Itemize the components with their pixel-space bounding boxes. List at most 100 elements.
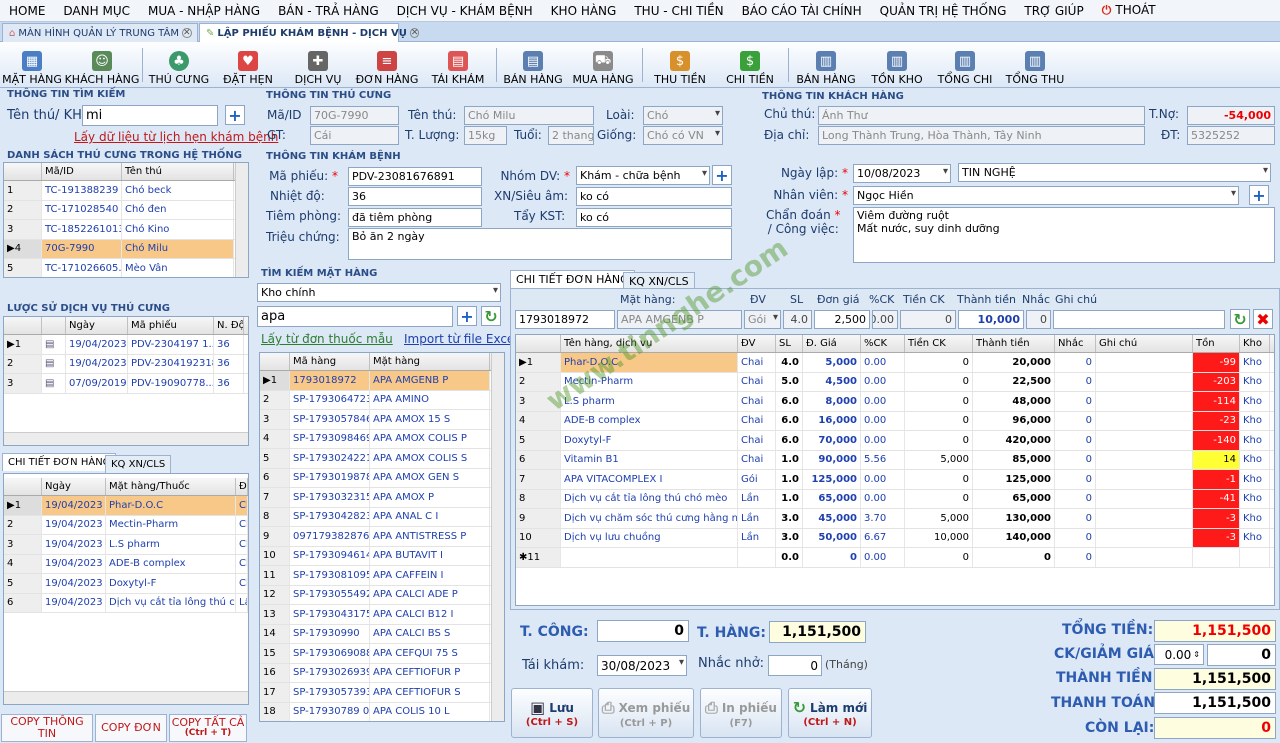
pet-breed-select[interactable]: Chó có VN xyxy=(643,126,723,145)
symptom-textarea[interactable]: Bỏ ăn 2 ngày xyxy=(348,228,732,260)
ticket-field[interactable]: PDV-23081676891 xyxy=(348,167,482,186)
left-tab-order-detail[interactable]: CHI TIẾT ĐƠN HÀNG xyxy=(2,453,117,471)
entry-total-field[interactable]: 10,000 xyxy=(958,310,1024,329)
menu-reports[interactable]: BÁO CÁO TÀI CHÍNH xyxy=(733,4,871,18)
order-row[interactable]: 5 Doxytyl-F Chai 6.0 70,000 0.00 0 420,000 0 -140… xyxy=(516,431,1274,451)
service-button[interactable]: ✚ DỊCH VỤ xyxy=(292,44,344,86)
search-input[interactable]: mi xyxy=(82,105,218,126)
product-row[interactable]: 11 SP-1793081095 APA CAFFEIN I xyxy=(260,566,504,586)
history-row[interactable]: 3 ▤ 07/09/2019 PDV-19090778... 36 xyxy=(4,374,248,394)
product-row[interactable]: 14 SP-17930990 APA CALCI BS S xyxy=(260,624,504,644)
entry-remind-field[interactable]: 0 xyxy=(1026,310,1051,329)
order-history-row[interactable]: 2 19/04/2023Mectin-PharmCh xyxy=(4,515,248,535)
entry-discount-amount-field[interactable]: 0 xyxy=(900,310,956,329)
appointment-data-link[interactable]: Lấy dữ liệu từ lịch hẹn khám bệnh xyxy=(74,130,278,144)
order-row[interactable]: 6 Vitamin B1 Chai 1.0 90,000 5.56 5,000 85,000 0… xyxy=(516,450,1274,470)
product-row[interactable]: 9 097179382876 APA ANTISTRESS P xyxy=(260,527,504,547)
service-group-select[interactable]: Khám - chữa bệnh xyxy=(576,166,710,185)
history-row[interactable]: 2 ▤ 19/04/2023 PDV-2304192318 36 xyxy=(4,354,248,374)
product-row[interactable]: 12 SP-1793055492 APA CALCI ADE P xyxy=(260,585,504,605)
pet-sex-field[interactable]: Cái xyxy=(310,126,399,145)
phone-field[interactable]: 5325252 xyxy=(1187,126,1275,145)
products-button[interactable]: ▦ MẶT HÀNG xyxy=(2,44,62,86)
stock-report-button[interactable]: ▥ TỒN KHO xyxy=(868,44,926,86)
left-tab-lab-results[interactable]: KQ XN/CLS xyxy=(105,455,172,473)
menu-warehouse[interactable]: KHO HÀNG xyxy=(542,4,626,18)
scrollbar[interactable] xyxy=(491,353,504,721)
product-row[interactable]: 7 SP-1793032315 APA AMOX P xyxy=(260,488,504,508)
scrollbar[interactable] xyxy=(4,691,248,704)
view-ticket-button[interactable]: ⎙ Xem phiếu (Ctrl + P) xyxy=(598,688,694,738)
product-row[interactable]: 2 SP-1793064723 APA AMINO xyxy=(260,390,504,410)
close-icon[interactable]: ✕ xyxy=(181,28,192,38)
revisit-button[interactable]: ▤ TÁI KHÁM xyxy=(430,44,486,86)
menu-purchase[interactable]: MUA - NHẬP HÀNG xyxy=(139,4,269,18)
pet-name-field[interactable]: Chó Milu xyxy=(464,106,594,125)
pet-row[interactable]: ▶ 4 70G-7990 Chó Milu xyxy=(4,239,248,259)
order-history-row[interactable]: 4 19/04/2023ADE-B complexCh xyxy=(4,554,248,574)
save-button[interactable]: ▣ Lưu (Ctrl + S) xyxy=(511,688,593,738)
order-row[interactable]: ▶ 1 Phar-D.O.C Chai 4.0 5,000 0.00 0 20,000 0 -99… xyxy=(516,353,1274,373)
pet-id-field[interactable]: 70G-7990 xyxy=(310,106,399,125)
entry-code-field[interactable]: 1793018972 xyxy=(515,310,615,329)
pet-row[interactable]: 5 TC-171026605... Mèo Vân xyxy=(4,259,248,277)
print-ticket-button[interactable]: ⎙ In phiếu (F7) xyxy=(700,688,782,738)
income-report-button[interactable]: ▥ TỔNG THU xyxy=(1004,44,1066,86)
product-row[interactable]: 16 SP-1793026939 APA CEFTIOFUR P xyxy=(260,663,504,683)
entry-discount-field[interactable]: 0.00 xyxy=(872,310,898,329)
menu-sales[interactable]: BÁN - TRẢ HÀNG xyxy=(269,4,388,18)
menu-help[interactable]: TRỢ GIÚP xyxy=(1015,4,1092,18)
order-row[interactable]: 10 Dịch vụ lưu chuồng Lần 3.0 50,000 6.67 10,0… xyxy=(516,528,1274,548)
orders-button[interactable]: ≡ ĐƠN HÀNG xyxy=(356,44,418,86)
vaccination-field[interactable]: đã tiêm phòng xyxy=(348,208,482,227)
debt-field[interactable]: -54,000 xyxy=(1187,106,1275,125)
entry-qty-field[interactable]: 4.0 xyxy=(783,310,812,329)
expense-report-button[interactable]: ▥ TỔNG CHI xyxy=(936,44,994,86)
menu-cash[interactable]: THU - CHI TIỀN xyxy=(625,4,732,18)
pet-row[interactable]: 3 TC-1852261013 Chó Kino xyxy=(4,220,248,240)
entry-note-field[interactable] xyxy=(1053,310,1225,329)
pet-row[interactable]: 2 TC-171028540 Chó đen xyxy=(4,200,248,220)
buy-button[interactable]: ⛟ MUA HÀNG xyxy=(572,44,634,86)
order-history-row[interactable]: 3 19/04/2023L.S pharmCh xyxy=(4,535,248,555)
add-group-button[interactable]: + xyxy=(712,165,732,185)
pet-weight-field[interactable]: 15kg xyxy=(464,126,507,145)
pet-type-select[interactable]: Chó xyxy=(643,106,723,125)
order-row[interactable]: 3 L.S pharm Chai 6.0 8,000 0.00 0 48,000 0 -114 Kh… xyxy=(516,392,1274,412)
address-field[interactable]: Long Thành Trung, Hòa Thành, Tây Ninh xyxy=(818,126,1145,145)
add-button[interactable]: + xyxy=(225,105,245,125)
product-row[interactable]: 10 SP-1793094614 APA BUTAVIT I xyxy=(260,546,504,566)
order-row[interactable]: ✱ 11 0.0 0 0.00 0 0 0 xyxy=(516,548,1274,568)
delete-entry-button[interactable]: ✖ xyxy=(1253,309,1273,329)
staff-select[interactable]: Ngọc Hiền xyxy=(853,186,1239,205)
customers-button[interactable]: ☺ KHÁCH HÀNG xyxy=(65,44,139,86)
refresh-entry-button[interactable]: ↻ xyxy=(1230,309,1250,329)
spend-money-button[interactable]: $ CHI TIỀN xyxy=(722,44,778,86)
pet-age-field[interactable]: 2 thang xyxy=(548,126,594,145)
product-row[interactable]: 6 SP-1793019878 APA AMOX GEN S xyxy=(260,468,504,488)
refresh-button[interactable]: ↻ xyxy=(481,306,501,326)
entry-name-field[interactable]: APA AMGENB P xyxy=(617,310,742,329)
appointment-button[interactable]: ♥ ĐẶT HẸN xyxy=(222,44,274,86)
order-row[interactable]: 8 Dịch vụ cắt tỉa lông thú chó mèo Lần 1.0 6… xyxy=(516,489,1274,509)
entry-price-field[interactable]: 2,500 xyxy=(814,310,870,329)
deworm-field[interactable]: ko có xyxy=(576,208,732,227)
remind-field[interactable]: 0 xyxy=(768,655,822,676)
menu-services[interactable]: DỊCH VỤ - KHÁM BỆNH xyxy=(388,4,542,18)
menu-exit[interactable]: ⏻ THOÁT xyxy=(1093,3,1165,18)
date-picker[interactable]: 10/08/2023 xyxy=(853,164,951,183)
order-history-row[interactable]: ▶ 119/04/2023Phar-D.O.CCh xyxy=(4,496,248,516)
menu-home[interactable]: HOME xyxy=(0,4,54,18)
pets-button[interactable]: ♣ THÚ CƯNG xyxy=(149,44,209,86)
history-row[interactable]: ▶ 1 ▤ 19/04/2023 PDV-2304197 1... 36 xyxy=(4,335,248,355)
menu-catalog[interactable]: DANH MỤC xyxy=(54,4,139,18)
template-link[interactable]: Lấy từ đơn thuốc mẫu xyxy=(261,332,393,346)
tab-dashboard[interactable]: ⌂ MÀN HÌNH QUẢN LÝ TRUNG TÂM ✕ xyxy=(2,23,198,42)
product-row[interactable]: 15 SP-1793069088 APA CEFQUI 75 S xyxy=(260,644,504,664)
discount-percent-field[interactable]: 0.00 ⇕ xyxy=(1154,644,1204,665)
warehouse-select[interactable]: Kho chính xyxy=(257,283,501,302)
order-row[interactable]: 9 Dịch vụ chăm sóc thú cưng hằng ng Lần 3.0… xyxy=(516,509,1274,529)
tab-order-detail[interactable]: CHI TIẾT ĐƠN HÀNG xyxy=(510,270,635,288)
product-row[interactable]: 4 SP-1793098469 APA AMOX COLIS P xyxy=(260,429,504,449)
entry-unit-select[interactable]: Gói xyxy=(744,310,781,329)
